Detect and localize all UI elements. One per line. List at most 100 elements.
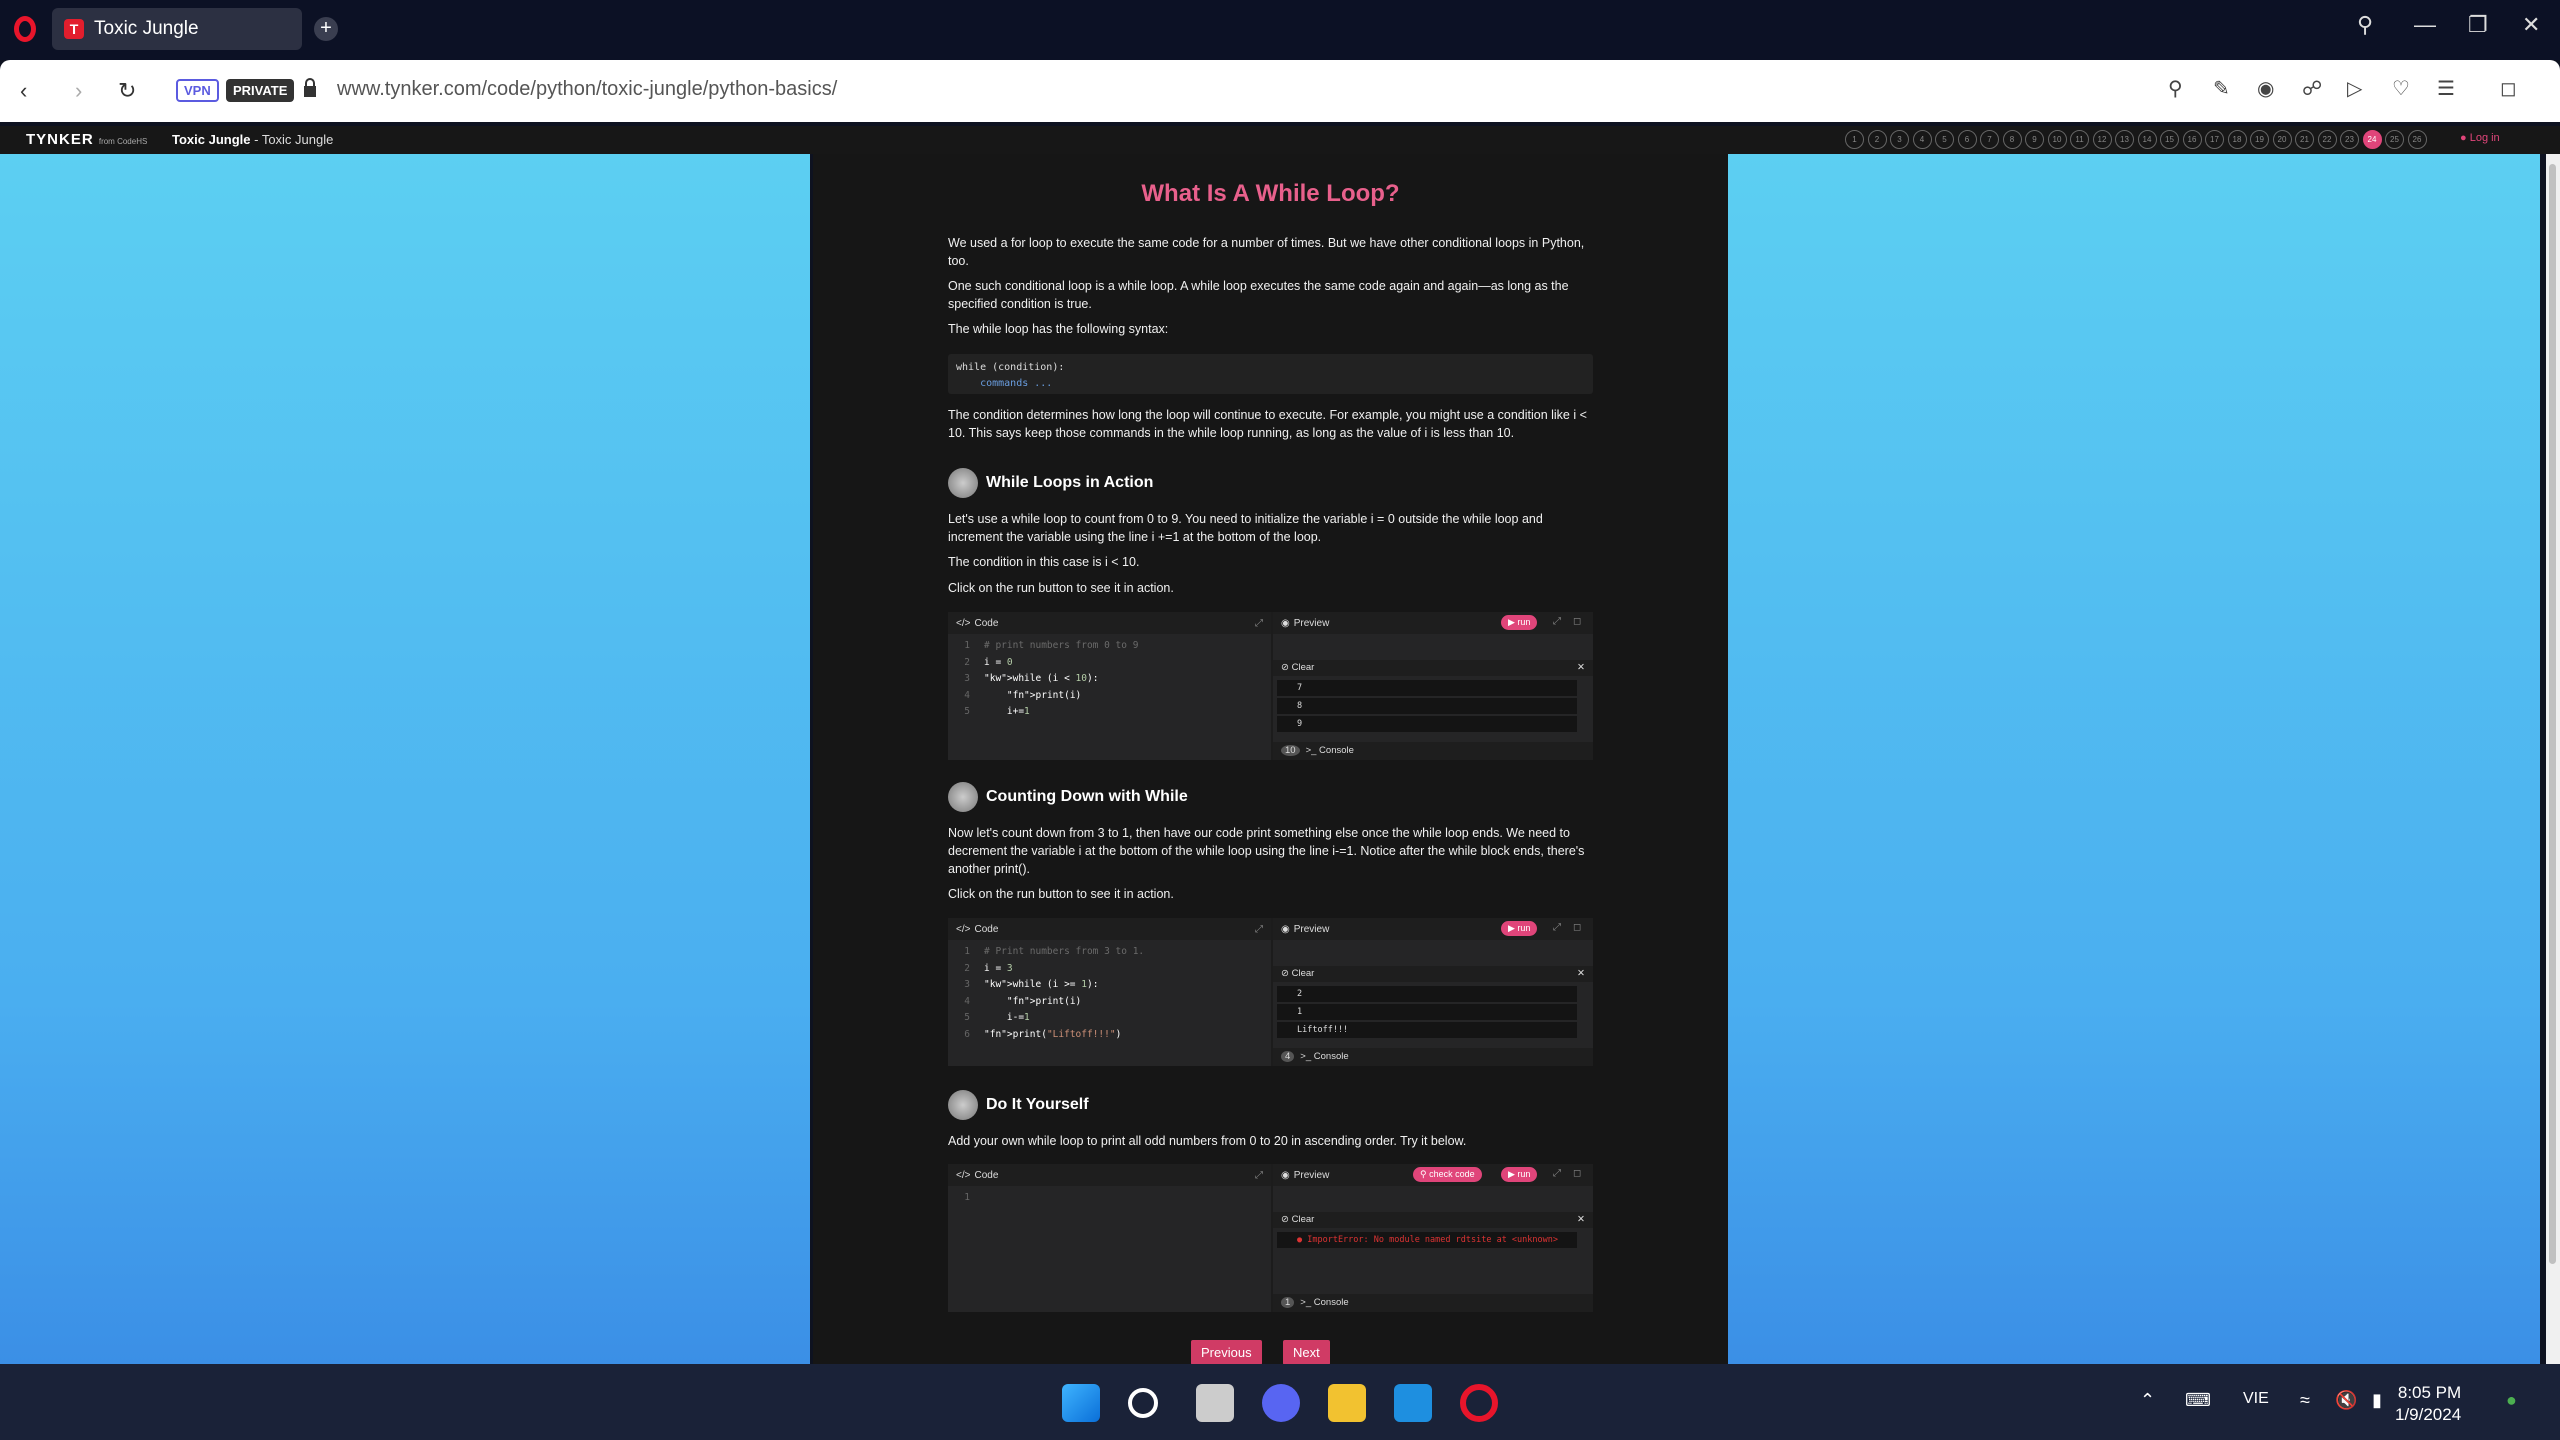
camera-icon[interactable]: ◉ <box>2257 76 2274 101</box>
popout-icon[interactable]: ◻ <box>1573 616 1581 627</box>
step-22[interactable]: 22 <box>2317 130 2337 149</box>
code-line[interactable]: 3 "kw">while (i >= 1): <box>948 977 1144 994</box>
url-field[interactable]: www.tynker.com/code/python/toxic-jungle/… <box>337 78 837 101</box>
search-tabs-icon[interactable]: ⚲ <box>2357 12 2373 38</box>
code-line[interactable]: 2i = 0 <box>948 655 1138 672</box>
find-icon[interactable]: ⚲ <box>2168 76 2183 101</box>
step-23[interactable]: 23 <box>2340 130 2359 149</box>
run-button[interactable]: ▶ run <box>1501 921 1538 936</box>
step-12[interactable]: 12 <box>2092 130 2112 149</box>
step-17[interactable]: 17 <box>2205 130 2224 149</box>
code-line[interactable]: 5 i+=1 <box>948 704 1138 721</box>
step-20[interactable]: 20 <box>2272 130 2292 149</box>
step-3[interactable]: 3 <box>1890 130 1909 149</box>
step-10[interactable]: 10 <box>2047 130 2067 149</box>
opera-menu-icon[interactable] <box>14 16 36 42</box>
step-2[interactable]: 2 <box>1867 130 1887 149</box>
opera-browser-icon[interactable] <box>1460 1384 1498 1422</box>
expand-icon[interactable]: ⤢ <box>1553 1168 1561 1179</box>
volume-muted-icon[interactable]: 🔇 <box>2335 1390 2357 1411</box>
windows-start-icon[interactable] <box>1062 1384 1100 1422</box>
previous-button[interactable]: Previous <box>1191 1340 1262 1365</box>
discord-icon[interactable] <box>1262 1384 1300 1422</box>
code-editor[interactable]: </> Code ⤢ 1 <box>948 1164 1271 1312</box>
tynker-logo[interactable]: TYNKER from CodeHS <box>26 131 147 148</box>
back-icon[interactable]: ‹ <box>20 78 27 104</box>
heart-icon[interactable]: ♡ <box>2392 76 2410 101</box>
code-line[interactable]: 2i = 3 <box>948 961 1144 978</box>
step-18[interactable]: 18 <box>2227 130 2247 149</box>
expand-icon[interactable]: ⤢ <box>1255 924 1263 935</box>
code-line[interactable]: 1 # Print numbers from 3 to 1. <box>948 944 1144 961</box>
send-icon[interactable]: ▷ <box>2347 76 2362 101</box>
check-code-button[interactable]: ⚲ check code <box>1413 1167 1482 1182</box>
code-line[interactable]: 1 <box>948 1190 984 1207</box>
reload-icon[interactable]: ↻ <box>118 78 136 104</box>
clear-button[interactable]: ⊘ Clear ✕ <box>1273 1212 1593 1228</box>
notification-bell-icon[interactable]: ● <box>2506 1390 2517 1411</box>
task-view-icon[interactable] <box>1196 1384 1234 1422</box>
step-15[interactable]: 15 <box>2160 130 2179 149</box>
code-editor[interactable]: </> Code ⤢ 1 # print numbers from 0 to 92i … <box>948 612 1271 760</box>
new-tab-button[interactable]: + <box>314 17 338 41</box>
code-line[interactable]: 4 "fn">print(i) <box>948 994 1144 1011</box>
code-line[interactable]: 3 "kw">while (i < 10): <box>948 671 1138 688</box>
lock-icon[interactable] <box>303 78 317 98</box>
vscode-icon[interactable] <box>1394 1384 1432 1422</box>
step-16[interactable]: 16 <box>2182 130 2202 149</box>
clock[interactable]: 8:05 PM 1/9/2024 <box>2395 1382 2461 1426</box>
expand-icon[interactable]: ⤢ <box>1255 618 1263 629</box>
clear-button[interactable]: ⊘ Clear ✕ <box>1273 660 1593 676</box>
vpn-badge[interactable]: VPN <box>176 79 219 102</box>
run-button[interactable]: ▶ run <box>1501 615 1538 630</box>
code-editor[interactable]: </> Code ⤢ 1 # Print numbers from 3 to 1. 2 i… <box>948 918 1271 1066</box>
step-9[interactable]: 9 <box>2025 130 2044 149</box>
login-link[interactable]: ● Log in <box>2460 132 2500 144</box>
wifi-icon[interactable]: ≈ <box>2300 1390 2310 1411</box>
chevron-up-icon[interactable]: ⌃ <box>2140 1390 2155 1411</box>
language-indicator[interactable]: VIE <box>2243 1390 2269 1408</box>
next-button[interactable]: Next <box>1283 1340 1330 1365</box>
step-6[interactable]: 6 <box>1957 130 1977 149</box>
keyboard-icon[interactable]: ⌨ <box>2185 1390 2211 1411</box>
close-window-icon[interactable]: ✕ <box>2522 12 2540 38</box>
step-4[interactable]: 4 <box>1912 130 1932 149</box>
step-7[interactable]: 7 <box>1980 130 1999 149</box>
step-8[interactable]: 8 <box>2002 130 2022 149</box>
code-line[interactable]: 5 i-=1 <box>948 1010 1144 1027</box>
step-24[interactable]: 24 <box>2362 130 2382 149</box>
file-explorer-icon[interactable] <box>1328 1384 1366 1422</box>
console-toggle[interactable]: 10 >_ Console <box>1273 742 1593 760</box>
browser-tab[interactable]: T Toxic Jungle <box>52 8 302 50</box>
step-14[interactable]: 14 <box>2137 130 2157 149</box>
edit-icon[interactable]: ✎ <box>2213 76 2230 101</box>
page-scrollbar[interactable] <box>2546 154 2560 1364</box>
battery-icon[interactable]: ▮ <box>2372 1390 2382 1411</box>
restore-icon[interactable]: ❐ <box>2468 12 2488 38</box>
step-5[interactable]: 5 <box>1935 130 1954 149</box>
popout-icon[interactable]: ◻ <box>1573 1168 1581 1179</box>
step-11[interactable]: 11 <box>2070 130 2089 149</box>
minimize-icon[interactable]: — <box>2414 12 2436 38</box>
extensions-icon[interactable]: ◻ <box>2500 76 2517 101</box>
step-13[interactable]: 13 <box>2115 130 2134 149</box>
code-line[interactable]: 6 "fn">print("Liftoff!!!") <box>948 1027 1144 1044</box>
console-toggle[interactable]: 4 >_ Console <box>1273 1048 1593 1066</box>
search-icon[interactable] <box>1128 1388 1158 1418</box>
easy-setup-icon[interactable]: ☰ <box>2437 76 2455 101</box>
console-toggle[interactable]: 1 >_ Console <box>1273 1294 1593 1312</box>
step-25[interactable]: 25 <box>2385 130 2404 149</box>
code-line[interactable]: 1 # print numbers from 0 to 9 <box>948 638 1138 655</box>
expand-icon[interactable]: ⤢ <box>1255 1170 1263 1181</box>
forward-icon[interactable]: › <box>75 78 82 104</box>
step-1[interactable]: 1 <box>1845 130 1864 149</box>
popout-icon[interactable]: ◻ <box>1573 922 1581 933</box>
step-26[interactable]: 26 <box>2407 130 2427 149</box>
run-button[interactable]: ▶ run <box>1501 1167 1538 1182</box>
step-21[interactable]: 21 <box>2295 130 2314 149</box>
code-line[interactable]: 4 "fn">print(i) <box>948 688 1138 705</box>
step-19[interactable]: 19 <box>2250 130 2269 149</box>
shield-icon[interactable]: ☍ <box>2302 76 2322 101</box>
expand-icon[interactable]: ⤢ <box>1553 922 1561 933</box>
clear-button[interactable]: ⊘ Clear ✕ <box>1273 966 1593 982</box>
